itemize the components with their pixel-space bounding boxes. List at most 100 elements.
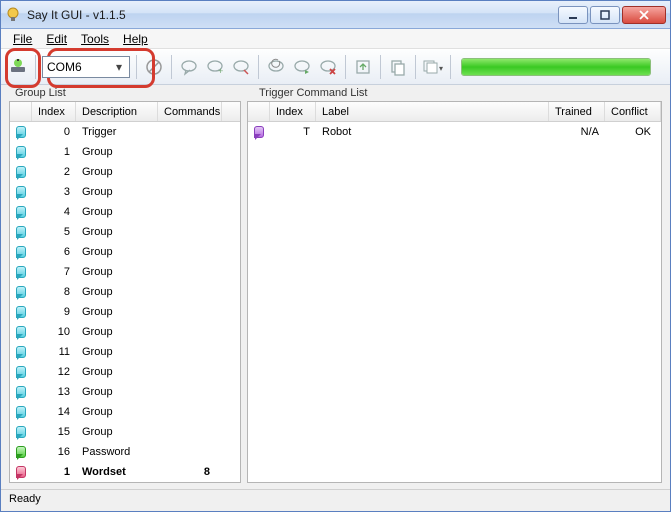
table-row[interactable]: 1Wordset8: [10, 462, 240, 482]
speech-bubble-icon: [16, 186, 26, 198]
speech-bubble-icon: [16, 386, 26, 398]
cell-index: 10: [32, 326, 76, 338]
cell-index: 3: [32, 186, 76, 198]
menu-file[interactable]: File: [7, 30, 38, 48]
cell-index: 11: [32, 346, 76, 358]
col-commands[interactable]: Commands: [158, 102, 222, 121]
cell-description: Group: [76, 426, 158, 438]
copy-icon[interactable]: [387, 56, 409, 78]
chevron-down-icon: ▾: [111, 59, 127, 75]
col-trained[interactable]: Trained: [549, 102, 605, 121]
cell-description: Wordset: [76, 466, 158, 478]
window: Say It GUI - v1.1.5 File Edit Tools Help…: [0, 0, 671, 512]
cell-index: 15: [32, 426, 76, 438]
table-row[interactable]: 13Group: [10, 382, 240, 402]
table-row[interactable]: 7Group: [10, 262, 240, 282]
table-row[interactable]: 12Group: [10, 362, 240, 382]
col-icon[interactable]: [10, 102, 32, 121]
table-row[interactable]: 15Group: [10, 422, 240, 442]
svg-text:▾: ▾: [439, 64, 443, 73]
cell-description: Group: [76, 246, 158, 258]
table-row[interactable]: 14Group: [10, 402, 240, 422]
speech-add-icon[interactable]: +: [204, 56, 226, 78]
left-panel-title: Group List: [1, 87, 249, 99]
port-combo[interactable]: COM6 ▾: [42, 56, 130, 78]
separator: [450, 55, 451, 79]
cell-index: 13: [32, 386, 76, 398]
maximize-button[interactable]: [590, 6, 620, 24]
table-row[interactable]: 0Trigger: [10, 122, 240, 142]
cell-trained: N/A: [549, 126, 605, 138]
speech-clear-icon[interactable]: [230, 56, 252, 78]
separator: [136, 55, 137, 79]
menu-help[interactable]: Help: [117, 30, 154, 48]
group-rows: 0Trigger1Group2Group3Group4Group5Group6G…: [10, 122, 240, 482]
table-row[interactable]: 1Group: [10, 142, 240, 162]
separator: [415, 55, 416, 79]
status-text: Ready: [9, 493, 41, 505]
col-label[interactable]: Label: [316, 102, 549, 121]
table-row[interactable]: TRobotN/AOK: [248, 122, 661, 142]
speech-bubble-icon: [16, 166, 26, 178]
table-row[interactable]: 2Group: [10, 162, 240, 182]
titlebar: Say It GUI - v1.1.5: [1, 1, 670, 29]
cell-index: 9: [32, 306, 76, 318]
statusbar: Ready: [1, 489, 670, 511]
table-row[interactable]: 5Group: [10, 222, 240, 242]
menu-edit[interactable]: Edit: [40, 30, 73, 48]
speech-bubble-icon: [16, 466, 26, 478]
col-description[interactable]: Description: [76, 102, 158, 121]
speech-bubble-icon: [16, 266, 26, 278]
upload-icon[interactable]: [352, 56, 374, 78]
cell-description: Group: [76, 346, 158, 358]
speech-bubble-icon: [16, 126, 26, 138]
cell-index: 14: [32, 406, 76, 418]
table-row[interactable]: 3Group: [10, 182, 240, 202]
close-button[interactable]: [622, 6, 666, 24]
cell-index: 8: [32, 286, 76, 298]
app-icon: [5, 7, 21, 23]
cell-description: Group: [76, 306, 158, 318]
cell-description: Group: [76, 226, 158, 238]
toolbar: COM6 ▾ + ▾: [1, 49, 670, 85]
col-index[interactable]: Index: [32, 102, 76, 121]
cards-dropdown-icon[interactable]: ▾: [422, 56, 444, 78]
table-row[interactable]: 8Group: [10, 282, 240, 302]
group-list-panel: Index Description Commands 0Trigger1Grou…: [9, 101, 241, 483]
col-icon[interactable]: [248, 102, 270, 121]
speech-icon[interactable]: [178, 56, 200, 78]
cell-index: 12: [32, 366, 76, 378]
cell-conflict: OK: [605, 126, 661, 138]
table-row[interactable]: 6Group: [10, 242, 240, 262]
col-conflict[interactable]: Conflict: [605, 102, 661, 121]
menu-tools[interactable]: Tools: [75, 30, 115, 48]
cell-index: 7: [32, 266, 76, 278]
menubar: File Edit Tools Help: [1, 29, 670, 49]
separator: [35, 55, 36, 79]
speech-bubble-icon: [16, 406, 26, 418]
window-title: Say It GUI - v1.1.5: [27, 8, 558, 22]
cell-index: 1: [32, 146, 76, 158]
forbidden-icon[interactable]: [143, 56, 165, 78]
speech-refresh-icon[interactable]: [265, 56, 287, 78]
speech-bubble-icon: [16, 346, 26, 358]
minimize-button[interactable]: [558, 6, 588, 24]
speech-play-icon[interactable]: [291, 56, 313, 78]
table-row[interactable]: 11Group: [10, 342, 240, 362]
cell-description: Group: [76, 146, 158, 158]
table-row[interactable]: 16Password: [10, 442, 240, 462]
table-row[interactable]: 4Group: [10, 202, 240, 222]
speech-bubble-icon: [254, 126, 264, 138]
table-row[interactable]: 9Group: [10, 302, 240, 322]
col-index[interactable]: Index: [270, 102, 316, 121]
speech-bubble-icon: [16, 426, 26, 438]
svg-text:+: +: [218, 66, 223, 76]
cell-label: Robot: [316, 126, 549, 138]
speech-delete-icon[interactable]: [317, 56, 339, 78]
panels: Index Description Commands 0Trigger1Grou…: [1, 101, 670, 489]
cell-description: Group: [76, 206, 158, 218]
connect-icon[interactable]: [7, 56, 29, 78]
table-row[interactable]: 10Group: [10, 322, 240, 342]
separator: [380, 55, 381, 79]
separator: [258, 55, 259, 79]
